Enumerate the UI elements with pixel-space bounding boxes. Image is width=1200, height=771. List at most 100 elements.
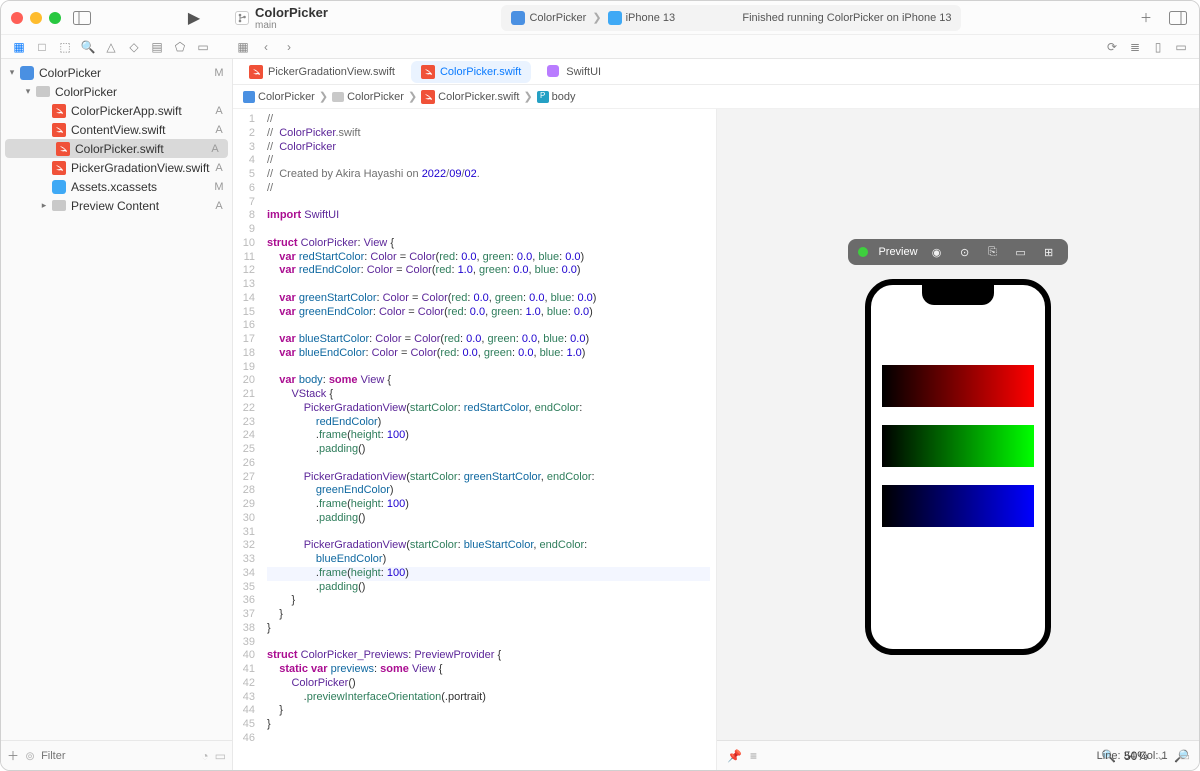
preview-status-dot	[858, 247, 868, 257]
property-icon: P	[537, 91, 549, 103]
file-label: ColorPicker	[39, 66, 212, 80]
file-tree-item[interactable]: ContentView.swiftA	[1, 120, 232, 139]
minimize-window-button[interactable]	[30, 12, 42, 24]
scm-status: A	[212, 200, 226, 212]
scm-status: M	[212, 67, 226, 79]
branch-name: main	[255, 20, 328, 31]
window-controls	[11, 12, 61, 24]
source-editor[interactable]: 1 2 3 4 5 6 7 8 9 10 11 12 13 14 15 16 1…	[233, 109, 717, 770]
scm-status: A	[212, 124, 226, 136]
recent-files-icon[interactable]: ◔	[201, 749, 208, 763]
line-gutter: 1 2 3 4 5 6 7 8 9 10 11 12 13 14 15 16 1…	[233, 109, 261, 770]
project-name: ColorPicker	[255, 5, 328, 20]
app-icon	[511, 11, 525, 25]
file-tree-item[interactable]: Assets.xcassetsM	[1, 177, 232, 196]
folder-icon	[35, 84, 51, 100]
breadcrumb-item[interactable]: ColorPicker.swift	[421, 90, 519, 104]
filter-icon: ⊚	[25, 749, 35, 763]
issue-navigator-icon[interactable]: △	[103, 39, 119, 55]
file-tree-item[interactable]: ColorPicker.swiftA	[5, 139, 228, 158]
cursor-position: Line: 34 Col: 1	[1097, 750, 1168, 762]
add-file-button[interactable]: ＋	[7, 747, 19, 764]
swift-icon	[421, 90, 435, 104]
file-tree-item[interactable]: ColorPickerApp.swiftA	[1, 101, 232, 120]
editor-layout-icon[interactable]: ▯	[1150, 39, 1166, 55]
test-navigator-icon[interactable]: ◇	[126, 39, 142, 55]
run-button[interactable]: ▶	[183, 7, 205, 29]
symbol-navigator-icon[interactable]: ⬚	[57, 39, 73, 55]
project-navigator-icon[interactable]: ▦	[11, 39, 27, 55]
scm-filter-icon[interactable]: ▭	[215, 749, 226, 763]
refresh-icon[interactable]: ⟳	[1104, 39, 1120, 55]
preview-layout-icon[interactable]: ⊞	[1040, 246, 1058, 259]
live-preview-icon[interactable]: ◉	[928, 246, 946, 259]
editor-grid-icon[interactable]: ▦	[235, 39, 251, 55]
navigator-filter-input[interactable]	[41, 750, 195, 762]
file-tree[interactable]: ▾ColorPickerM▾ColorPickerColorPickerApp.…	[1, 59, 232, 740]
find-navigator-icon[interactable]: 🔍	[80, 39, 96, 55]
breadcrumb-item[interactable]: ColorPicker	[243, 91, 315, 103]
variants-icon[interactable]: ⎘	[984, 246, 1002, 259]
scm-status: M	[212, 181, 226, 193]
file-label: Preview Content	[71, 199, 212, 213]
preview-toolbar[interactable]: Preview ◉ ⊙ ⎘ ▭ ⊞	[848, 239, 1067, 265]
file-tree-item[interactable]: ▾ColorPickerM	[1, 63, 232, 82]
breadcrumb-item[interactable]: Pbody	[537, 91, 576, 103]
close-window-button[interactable]	[11, 12, 23, 24]
breadcrumb-item[interactable]: ColorPicker	[332, 91, 404, 103]
file-tree-item[interactable]: PickerGradationView.swiftA	[1, 158, 232, 177]
toggle-sidebar-button[interactable]	[71, 7, 93, 29]
editor-tab[interactable]: SwiftUI	[537, 61, 611, 83]
file-tree-item[interactable]: ▾ColorPicker	[1, 82, 232, 101]
device-name: iPhone 13	[626, 12, 676, 24]
file-tree-item[interactable]: ▸Preview ContentA	[1, 196, 232, 215]
editor-tab[interactable]: ColorPicker.swift	[411, 61, 531, 83]
red-gradient-view	[882, 365, 1034, 407]
zoom-window-button[interactable]	[49, 12, 61, 24]
swift-icon	[249, 65, 263, 79]
library-button[interactable]	[1167, 7, 1189, 29]
canvas-preview: Preview ◉ ⊙ ⎘ ▭ ⊞ �	[717, 109, 1199, 770]
scheme-status-bar[interactable]: ColorPicker ❯ iPhone 13 Finished running…	[501, 5, 961, 31]
nav-back-button[interactable]: ‹	[258, 39, 274, 55]
file-label: PickerGradationView.swift	[71, 161, 212, 175]
selectable-preview-icon[interactable]: ⊙	[956, 246, 974, 259]
file-label: ColorPickerApp.swift	[71, 104, 212, 118]
project-navigator: ▾ColorPickerM▾ColorPickerColorPickerApp.…	[1, 59, 233, 770]
code-content[interactable]: // // ColorPicker.swift // ColorPicker /…	[261, 109, 716, 770]
swift-icon	[51, 160, 67, 176]
jump-bar[interactable]: ColorPicker❯ColorPicker❯ColorPicker.swif…	[233, 85, 1199, 109]
tab-label: PickerGradationView.swift	[268, 66, 395, 78]
preview-list-icon[interactable]: ≡	[750, 749, 757, 763]
nav-forward-button[interactable]: ›	[281, 39, 297, 55]
editor-split-icon[interactable]: ▭	[1173, 39, 1189, 55]
window-titlebar: ▶ ColorPicker main ColorPicker ❯ iPhone …	[1, 1, 1199, 35]
preview-label: Preview	[878, 246, 917, 258]
blue-gradient-view	[882, 485, 1034, 527]
editor-tab[interactable]: PickerGradationView.swift	[239, 61, 405, 83]
swift-icon	[51, 103, 67, 119]
app-icon	[243, 91, 255, 103]
swift-icon	[55, 141, 71, 157]
editor-lines-icon[interactable]: ≣	[1127, 39, 1143, 55]
file-label: ColorPicker.swift	[75, 142, 208, 156]
breakpoint-navigator-icon[interactable]: ⬠	[172, 39, 188, 55]
editor-tabbar: PickerGradationView.swift ColorPicker.swi…	[233, 59, 1199, 85]
assets-icon	[51, 179, 67, 195]
statusbar-menu-icon[interactable]: ▭	[1180, 750, 1190, 763]
file-label: ColorPicker	[55, 85, 212, 99]
device-settings-icon[interactable]: ▭	[1012, 246, 1030, 259]
file-label: ContentView.swift	[71, 123, 212, 137]
pin-preview-icon[interactable]: 📌	[727, 749, 742, 763]
source-control-navigator-icon[interactable]: □	[34, 39, 50, 55]
debug-navigator-icon[interactable]: ▤	[149, 39, 165, 55]
file-label: Assets.xcassets	[71, 180, 212, 194]
scheme-name: ColorPicker	[529, 12, 586, 24]
app-icon	[19, 65, 35, 81]
project-title: ColorPicker main	[235, 5, 328, 31]
report-navigator-icon[interactable]: ▭	[195, 39, 211, 55]
add-tab-button[interactable]: ＋	[1135, 7, 1157, 29]
folder-icon	[332, 92, 344, 102]
scm-status: A	[212, 162, 226, 174]
tab-label: ColorPicker.swift	[440, 66, 521, 78]
